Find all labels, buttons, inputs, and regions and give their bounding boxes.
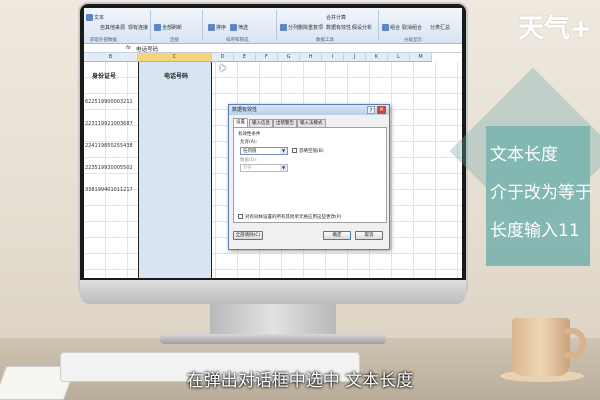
column-header[interactable]: E bbox=[234, 53, 256, 62]
column-header[interactable]: F bbox=[256, 53, 278, 62]
help-icon[interactable]: ? bbox=[367, 106, 375, 114]
ribbon-other-sources-button[interactable]: 自其他来源 bbox=[100, 24, 125, 31]
ribbon-separator bbox=[202, 10, 203, 40]
ribbon-group-label: 排序和筛选 bbox=[226, 38, 249, 43]
ignore-blank-checkbox[interactable] bbox=[292, 148, 297, 153]
sort-icon bbox=[208, 24, 215, 31]
monitor-stand bbox=[210, 304, 336, 336]
ok-button[interactable]: 确定 bbox=[323, 231, 351, 240]
column-header[interactable]: L bbox=[388, 53, 410, 62]
group-icon bbox=[382, 24, 389, 31]
ribbon-separator bbox=[150, 10, 151, 40]
fx-icon: fx bbox=[126, 45, 131, 51]
column-header[interactable]: K bbox=[366, 53, 388, 62]
filter-icon bbox=[230, 24, 237, 31]
selected-column-c[interactable] bbox=[138, 62, 212, 278]
site-logo: 天气+ bbox=[518, 14, 592, 44]
dialog-title: 数据有效性 bbox=[229, 105, 389, 115]
data-label: 数据(D): bbox=[240, 158, 258, 163]
id-cell[interactable]: 223119921003687 bbox=[85, 121, 133, 127]
data-validation-dialog: 数据有效性 ? × 设置 输入信息 出错警告 输入法模式 有效性条件 允许(A)… bbox=[228, 104, 390, 250]
apply-all-label: 对有同样设置的所有其他单元格应用这些更改(P) bbox=[245, 215, 342, 220]
tab-error-alert[interactable]: 出错警告 bbox=[273, 119, 297, 127]
ribbon-existing-connections-button[interactable]: 现有连接 bbox=[128, 24, 148, 31]
column-header-b[interactable]: B bbox=[84, 53, 138, 62]
column-header[interactable]: D bbox=[212, 53, 234, 62]
ribbon-refresh-all-button[interactable]: 全部刷新 bbox=[154, 24, 182, 31]
ribbon-text-button[interactable]: 文本 bbox=[86, 14, 104, 21]
header-phone-number: 电话号码 bbox=[164, 73, 189, 80]
ribbon-separator bbox=[276, 10, 277, 40]
video-subtitle: 在弹出对话框中选中 文本长度 bbox=[186, 371, 414, 391]
ribbon-consolidate-button[interactable]: 合并计算 bbox=[326, 14, 346, 21]
caption-line: 长度输入11 bbox=[490, 221, 580, 241]
column-header[interactable]: G bbox=[278, 53, 300, 62]
caption-line: 文本长度 bbox=[490, 145, 558, 165]
ribbon-group-button[interactable]: 组合 bbox=[382, 24, 400, 31]
caption-line: 介于改为等于 bbox=[490, 183, 592, 203]
monitor-base bbox=[160, 334, 386, 344]
id-cell[interactable]: 223519930005502 bbox=[85, 165, 133, 171]
allow-select[interactable]: 任何值 ▼ bbox=[240, 147, 288, 155]
ribbon-group-label: 获取外部数据 bbox=[90, 38, 117, 43]
refresh-icon bbox=[154, 24, 161, 31]
header-id-number: 身份证号 bbox=[92, 73, 117, 80]
ribbon-group-label: 分级显示 bbox=[404, 38, 422, 43]
allow-value: 任何值 bbox=[243, 149, 257, 154]
clear-all-button[interactable]: 全部清除(C) bbox=[233, 231, 263, 240]
monitor-chin bbox=[80, 280, 466, 304]
ribbon: 文本 自其他来源 现有连接 全部刷新 排序 筛选 分列 删除重复项 数据有效性 … bbox=[84, 8, 462, 44]
excel-window: 文本 自其他来源 现有连接 全部刷新 排序 筛选 分列 删除重复项 数据有效性 … bbox=[84, 8, 462, 278]
formula-bar[interactable]: fx 电话号码 bbox=[84, 44, 462, 53]
ribbon-what-if-button[interactable]: 假设分析 bbox=[352, 24, 372, 31]
data-value: 介于 bbox=[243, 166, 252, 171]
validation-criteria-label: 有效性条件 bbox=[238, 132, 261, 137]
ribbon-separator bbox=[378, 10, 379, 40]
tab-settings[interactable]: 设置 bbox=[233, 118, 248, 127]
ribbon-group-label: 数据工具 bbox=[316, 38, 334, 43]
cancel-button[interactable]: 取消 bbox=[355, 231, 383, 240]
ribbon-remove-duplicates-button[interactable]: 删除重复项 bbox=[298, 24, 323, 31]
data-select[interactable]: 介于 ▼ bbox=[240, 164, 288, 172]
apply-all-checkbox[interactable] bbox=[238, 214, 243, 219]
column-header[interactable]: I bbox=[322, 53, 344, 62]
tab-ime-mode[interactable]: 输入法模式 bbox=[297, 119, 326, 127]
id-cell[interactable]: 338199401011217 bbox=[85, 187, 133, 193]
ribbon-subtotal-button[interactable]: 分类汇总 bbox=[430, 24, 450, 31]
ribbon-data-validation-button[interactable]: 数据有效性 bbox=[326, 24, 351, 31]
ribbon-text-to-columns-button[interactable]: 分列 bbox=[280, 24, 298, 31]
column-header-c[interactable]: C bbox=[138, 53, 212, 62]
column-header[interactable]: H bbox=[300, 53, 322, 62]
ribbon-filter-button[interactable]: 筛选 bbox=[230, 24, 248, 31]
ribbon-group-label: 连接 bbox=[170, 38, 179, 43]
chevron-down-icon: ▼ bbox=[280, 148, 287, 154]
ribbon-ungroup-button[interactable]: 取消组合 bbox=[402, 24, 422, 31]
settings-panel: 有效性条件 允许(A): 任何值 ▼ 忽略空值(B) 数据(D): 介于 ▼ 对… bbox=[233, 127, 387, 223]
close-icon[interactable]: × bbox=[377, 106, 386, 114]
ignore-blank-label: 忽略空值(B) bbox=[299, 149, 324, 154]
chevron-down-icon: ▼ bbox=[280, 165, 287, 171]
text-import-icon bbox=[86, 14, 93, 21]
formula-value: 电话号码 bbox=[136, 47, 159, 53]
split-icon bbox=[280, 24, 287, 31]
id-cell[interactable]: 224119850255438 bbox=[85, 143, 133, 149]
tab-input-message[interactable]: 输入信息 bbox=[249, 119, 273, 127]
id-cell[interactable]: 622519900003211 bbox=[85, 99, 133, 105]
allow-label: 允许(A): bbox=[240, 140, 258, 145]
column-header[interactable]: M bbox=[410, 53, 432, 62]
ribbon-sort-button[interactable]: 排序 bbox=[208, 24, 226, 31]
column-header[interactable]: J bbox=[344, 53, 366, 62]
